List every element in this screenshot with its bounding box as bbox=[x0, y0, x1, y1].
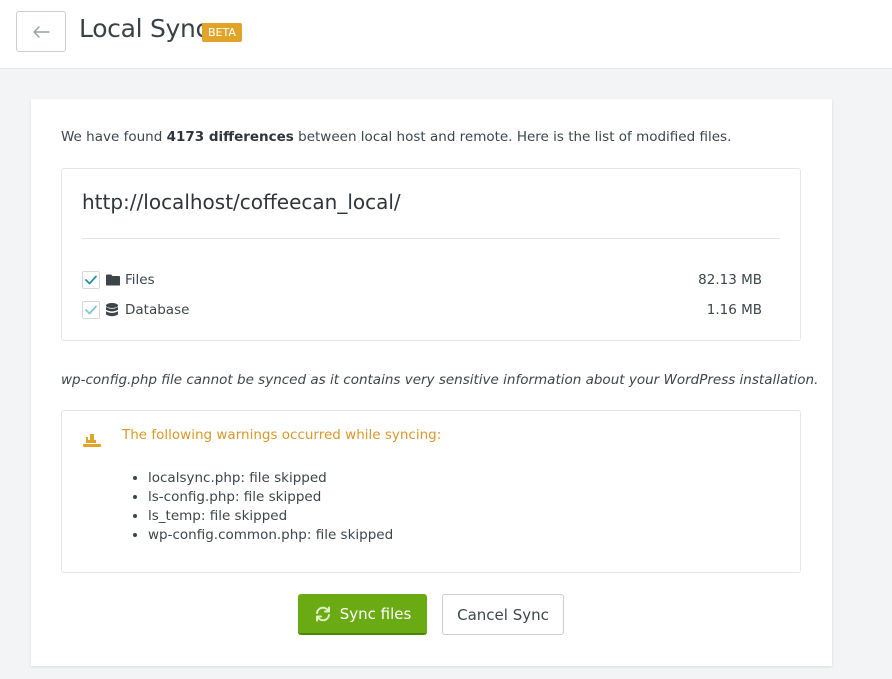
arrow-left-icon bbox=[33, 25, 50, 38]
warnings-title: The following warnings occurred while sy… bbox=[122, 427, 442, 443]
site-panel: http://localhost/coffeecan_local/ Files … bbox=[61, 168, 801, 341]
divider bbox=[82, 238, 780, 239]
files-size: 82.13 MB bbox=[698, 272, 762, 288]
warnings-list: localsync.php: file skipped ls-config.ph… bbox=[148, 469, 393, 545]
sync-card: We have found 4173 differences between l… bbox=[31, 99, 832, 666]
database-label: Database bbox=[125, 302, 190, 318]
summary-prefix: We have found bbox=[61, 129, 167, 145]
warning-item: wp-config.common.php: file skipped bbox=[148, 526, 393, 545]
checkmark-icon bbox=[85, 305, 97, 315]
page-title: Local Sync bbox=[79, 14, 209, 43]
checkmark-icon bbox=[85, 275, 97, 285]
differences-summary: We have found 4173 differences between l… bbox=[61, 129, 731, 145]
summary-suffix: between local host and remote. Here is t… bbox=[293, 129, 732, 145]
warning-item: localsync.php: file skipped bbox=[148, 469, 393, 488]
files-row: Files 82.13 MB bbox=[82, 269, 762, 291]
refresh-icon bbox=[314, 606, 332, 622]
differences-count: 4173 differences bbox=[166, 129, 294, 145]
back-button[interactable] bbox=[16, 11, 66, 52]
database-size: 1.16 MB bbox=[706, 302, 762, 318]
warning-item: ls_temp: file skipped bbox=[148, 507, 393, 526]
sync-files-label: Sync files bbox=[339, 604, 412, 623]
folder-icon bbox=[106, 273, 120, 287]
warning-item: ls-config.php: file skipped bbox=[148, 488, 393, 507]
files-label: Files bbox=[125, 272, 155, 288]
files-checkbox[interactable] bbox=[82, 271, 100, 289]
cancel-sync-button[interactable]: Cancel Sync bbox=[442, 594, 564, 635]
beta-badge: BETA bbox=[202, 23, 242, 42]
database-icon bbox=[106, 303, 120, 317]
database-row: Database 1.16 MB bbox=[82, 299, 762, 321]
site-url: http://localhost/coffeecan_local/ bbox=[82, 190, 401, 214]
top-bar: Local Sync BETA bbox=[0, 0, 892, 69]
warning-icon bbox=[82, 432, 102, 450]
database-checkbox[interactable] bbox=[82, 301, 100, 319]
wp-config-note: wp-config.php file cannot be synced as i… bbox=[61, 372, 819, 388]
sync-files-button[interactable]: Sync files bbox=[298, 594, 427, 635]
warnings-panel: The following warnings occurred while sy… bbox=[61, 410, 801, 573]
